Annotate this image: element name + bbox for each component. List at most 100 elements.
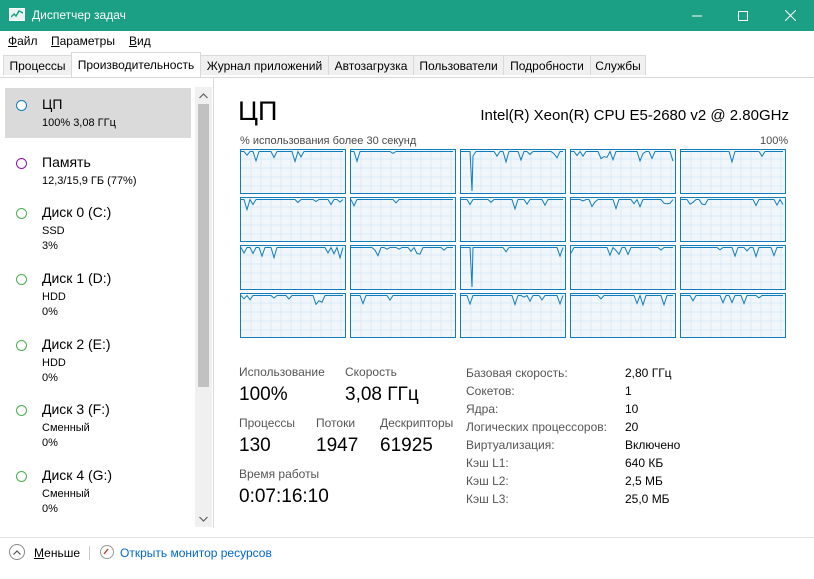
sidebar-item-detail: 12,3/15,9 ГБ (77%) (42, 175, 137, 187)
disk-status-icon (16, 208, 27, 219)
tab-startup[interactable]: Автозагрузка (328, 55, 414, 75)
logical-processor-graph (350, 197, 456, 242)
logical-processor-graph (240, 197, 346, 242)
spec-label: Кэш L2: (466, 474, 509, 488)
spec-value: Включено (625, 438, 681, 452)
logical-processor-graph (570, 149, 676, 194)
spec-value: 2,80 ГГц (625, 366, 672, 380)
menu-view[interactable]: Вид (129, 34, 151, 48)
logical-processor-graph (570, 197, 676, 242)
sidebar-item-disk0[interactable]: Диск 0 (C:) SSD 3% (5, 196, 191, 252)
processes-label: Процессы (239, 416, 296, 430)
graph-caption: % использования более 30 секунд (240, 135, 417, 147)
title-bar: Диспетчер задач (0, 0, 814, 31)
spec-label: Кэш L1: (466, 456, 509, 470)
processes-value: 130 (239, 435, 271, 456)
spec-value: 1 (625, 384, 632, 398)
sidebar-item-name: Диск 3 (F:) (42, 401, 110, 417)
sidebar-item-name: Память (42, 154, 91, 170)
sidebar-item-name: ЦП (42, 96, 63, 112)
scroll-up-button[interactable] (195, 87, 212, 104)
spec-label: Сокетов: (466, 384, 515, 398)
tab-performance[interactable]: Производительность (71, 52, 201, 77)
menu-file[interactable]: Файл (8, 34, 38, 48)
footer-divider (89, 546, 90, 560)
scroll-thumb[interactable] (198, 104, 209, 387)
disk-status-icon (16, 405, 27, 416)
spec-value: 20 (625, 420, 639, 434)
logical-processor-graph (350, 293, 456, 338)
sidebar-scrollbar[interactable] (195, 87, 212, 527)
logical-processor-graph (240, 245, 346, 290)
uptime-value: 0:07:16:10 (239, 486, 329, 507)
spec-label: Ядра: (466, 402, 499, 416)
usage-value: 100% (239, 384, 288, 405)
tab-details[interactable]: Подробности (503, 55, 591, 75)
sidebar-item-detail: Сменный 0% (42, 422, 90, 449)
logical-processor-graph (570, 293, 676, 338)
footer: Меньше Открыть монитор ресурсов (0, 537, 814, 579)
spec-value: 25,0 МБ (625, 492, 670, 506)
speed-value: 3,08 ГГц (345, 384, 419, 405)
sidebar-item-memory[interactable]: Память 12,3/15,9 ГБ (77%) (5, 146, 191, 196)
logical-processor-graph (240, 293, 346, 338)
cpu-graphs-grid (240, 149, 788, 340)
sidebar-item-disk1[interactable]: Диск 1 (D:) HDD 0% (5, 262, 191, 318)
close-button[interactable] (766, 0, 814, 31)
minimize-button[interactable] (674, 0, 720, 31)
speed-label: Скорость (345, 365, 397, 379)
logical-processor-graph (460, 293, 566, 338)
logical-processor-graph (240, 149, 346, 194)
sidebar-item-name: Диск 4 (G:) (42, 467, 113, 483)
logical-processor-graph (680, 245, 786, 290)
sidebar-item-disk2[interactable]: Диск 2 (E:) HDD 0% (5, 328, 191, 384)
sidebar-item-detail: HDD 0% (42, 291, 66, 318)
sidebar-item-name: Диск 0 (C:) (42, 204, 112, 220)
window-title: Диспетчер задач (32, 8, 126, 22)
sidebar-item-detail: HDD 0% (42, 357, 66, 384)
sidebar-item-disk3[interactable]: Диск 3 (F:) Сменный 0% (5, 393, 191, 449)
scroll-down-button[interactable] (195, 510, 212, 527)
threads-label: Потоки (316, 416, 356, 430)
sidebar-item-name: Диск 2 (E:) (42, 336, 111, 352)
open-resource-monitor-link[interactable]: Открыть монитор ресурсов (120, 546, 272, 560)
task-manager-icon (9, 8, 25, 21)
logical-processor-graph (680, 293, 786, 338)
sidebar-item-name: Диск 1 (D:) (42, 270, 112, 286)
logical-processor-graph (460, 197, 566, 242)
spec-label: Кэш L3: (466, 492, 509, 506)
spec-value: 2,5 МБ (625, 474, 663, 488)
sidebar-item-detail: SSD 3% (42, 225, 65, 252)
sidebar-item-cpu[interactable]: ЦП 100% 3,08 ГГц (5, 88, 191, 138)
disk-status-icon (16, 274, 27, 285)
cpu-model: Intel(R) Xeon(R) CPU E5-2680 v2 @ 2.80GH… (480, 107, 789, 124)
disk-status-icon (16, 471, 27, 482)
logical-processor-graph (350, 149, 456, 194)
menu-bar: Файл Параметры Вид (0, 31, 814, 52)
tab-processes[interactable]: Процессы (3, 55, 72, 75)
chevron-down-icon (199, 516, 208, 522)
spec-value: 640 КБ (625, 456, 664, 470)
logical-processor-graph (460, 245, 566, 290)
usage-label: Использование (239, 365, 325, 379)
logical-processor-graph (680, 149, 786, 194)
fewer-details-button[interactable]: Меньше (34, 546, 80, 560)
sidebar-item-disk4[interactable]: Диск 4 (G:) Сменный 0% (5, 459, 191, 515)
resource-list: ЦП 100% 3,08 ГГц Память 12,3/15,9 ГБ (77… (0, 78, 214, 528)
minimize-icon (692, 15, 702, 16)
uptime-label: Время работы (239, 467, 320, 481)
chevron-up-circle-icon[interactable] (9, 544, 25, 560)
tab-app-history[interactable]: Журнал приложений (200, 55, 329, 75)
tab-strip: Процессы Производительность Журнал прило… (0, 52, 814, 78)
tab-services[interactable]: Службы (590, 55, 646, 75)
maximize-button[interactable] (720, 0, 766, 31)
close-icon (784, 10, 796, 21)
sidebar-item-detail: Сменный 0% (42, 488, 90, 515)
logical-processor-graph (680, 197, 786, 242)
menu-options[interactable]: Параметры (51, 34, 115, 48)
maximize-icon (738, 10, 748, 21)
tab-users[interactable]: Пользователи (413, 55, 504, 75)
sidebar-item-detail: 100% 3,08 ГГц (42, 117, 116, 129)
logical-processor-graph (350, 245, 456, 290)
logical-processor-graph (460, 149, 566, 194)
